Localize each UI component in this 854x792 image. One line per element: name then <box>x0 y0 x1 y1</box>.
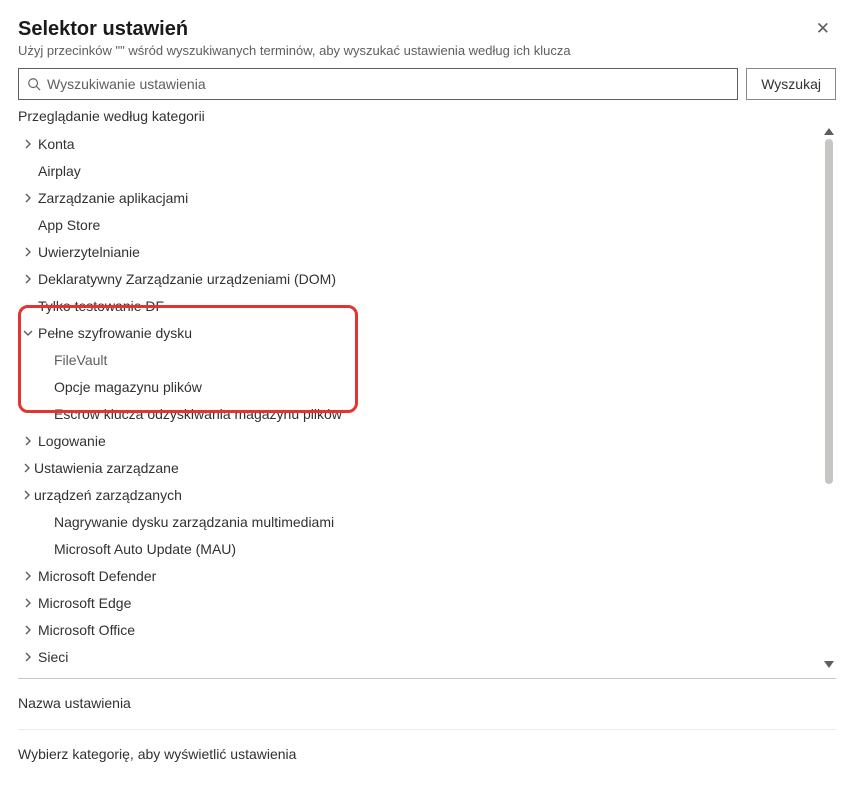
category-label: Uwierzytelnianie <box>38 244 140 260</box>
category-label: Nagrywanie dysku zarządzania multimediam… <box>54 514 334 530</box>
chevron-right-icon[interactable] <box>18 139 38 149</box>
category-label: Ustawienia zarządzane <box>34 460 179 476</box>
category-subitem[interactable]: Opcje magazynu plików <box>18 373 836 400</box>
category-item[interactable]: Microsoft Defender <box>18 562 836 589</box>
category-label: Tylko testowanie DF <box>38 298 164 314</box>
category-label: Konta <box>38 136 75 152</box>
category-label: Deklaratywny Zarządzanie urządzeniami (D… <box>38 271 336 287</box>
chevron-right-icon[interactable] <box>20 490 34 500</box>
category-label: urządzeń zarządzanych <box>34 487 182 503</box>
category-subitem[interactable]: Escrow klucza odzyskiwania magazynu plik… <box>18 400 836 427</box>
category-item[interactable]: Pełne szyfrowanie dysku <box>18 319 836 346</box>
scrollbar[interactable] <box>824 128 834 668</box>
category-subitem[interactable]: FileVault <box>18 346 836 373</box>
category-item[interactable]: Nagrywanie dysku zarządzania multimediam… <box>18 508 836 535</box>
category-label: Microsoft Defender <box>38 568 156 584</box>
panel-subtitle: Użyj przecinków "" wśród wyszukiwanych t… <box>18 43 571 58</box>
search-input-wrapper[interactable] <box>18 68 738 100</box>
category-item[interactable]: Microsoft Office <box>18 616 836 643</box>
scroll-thumb[interactable] <box>825 139 833 484</box>
close-icon: ✕ <box>816 19 830 38</box>
category-item[interactable]: urządzeń zarządzanych <box>18 481 836 508</box>
category-item[interactable]: Ustawienia zarządzane <box>18 454 836 481</box>
scroll-up-arrow-icon[interactable] <box>824 128 834 135</box>
category-item[interactable]: Microsoft Edge <box>18 589 836 616</box>
category-label: Microsoft Office <box>38 622 135 638</box>
chevron-right-icon[interactable] <box>18 571 38 581</box>
category-item[interactable]: Logowanie <box>18 427 836 454</box>
chevron-right-icon[interactable] <box>18 193 38 203</box>
category-label: Airplay <box>38 163 81 179</box>
category-label: Microsoft Edge <box>38 595 131 611</box>
category-item[interactable]: App Store <box>18 211 836 238</box>
search-input[interactable] <box>41 76 729 92</box>
divider <box>18 729 836 730</box>
category-label: Sieci <box>38 649 68 665</box>
category-item[interactable]: Zarządzanie aplikacjami <box>18 184 836 211</box>
chevron-right-icon[interactable] <box>18 436 38 446</box>
category-item[interactable]: Tylko testowanie DF <box>18 292 836 319</box>
chevron-right-icon[interactable] <box>18 598 38 608</box>
chevron-right-icon[interactable] <box>20 463 34 473</box>
search-icon <box>27 77 41 91</box>
category-label: Pełne szyfrowanie dysku <box>38 325 192 341</box>
category-label: App Store <box>38 217 100 233</box>
category-label: Logowanie <box>38 433 106 449</box>
category-item[interactable]: Kontrola rodzicielska <box>18 670 836 678</box>
category-item[interactable]: Microsoft Auto Update (MAU) <box>18 535 836 562</box>
category-sublabel: Escrow klucza odzyskiwania magazynu plik… <box>54 406 342 422</box>
chevron-down-icon[interactable] <box>18 328 38 338</box>
search-button[interactable]: Wyszukaj <box>746 68 836 100</box>
chevron-right-icon[interactable] <box>18 625 38 635</box>
category-item[interactable]: Sieci <box>18 643 836 670</box>
category-sublabel: Opcje magazynu plików <box>54 379 202 395</box>
footer-hint: Wybierz kategorię, aby wyświetlić ustawi… <box>18 746 836 762</box>
category-label: Kontrola rodzicielska <box>38 676 167 679</box>
category-item[interactable]: Deklaratywny Zarządzanie urządzeniami (D… <box>18 265 836 292</box>
chevron-right-icon[interactable] <box>18 652 38 662</box>
close-button[interactable]: ✕ <box>810 18 836 39</box>
category-label: Zarządzanie aplikacjami <box>38 190 188 206</box>
chevron-right-icon[interactable] <box>18 247 38 257</box>
category-sublabel: FileVault <box>54 352 107 368</box>
chevron-right-icon[interactable] <box>18 274 38 284</box>
panel-title: Selektor ustawień <box>18 18 571 41</box>
category-item[interactable]: Konta <box>18 130 836 157</box>
setting-name-header: Nazwa ustawienia <box>18 695 836 711</box>
browse-by-category-label: Przeglądanie według kategorii <box>18 108 836 124</box>
category-tree: Konta Airplay Zarządzanie aplikacjami App S… <box>18 128 836 678</box>
category-item[interactable]: Airplay <box>18 157 836 184</box>
category-label: Microsoft Auto Update (MAU) <box>54 541 236 557</box>
scroll-down-arrow-icon[interactable] <box>824 661 834 668</box>
category-item[interactable]: Uwierzytelnianie <box>18 238 836 265</box>
